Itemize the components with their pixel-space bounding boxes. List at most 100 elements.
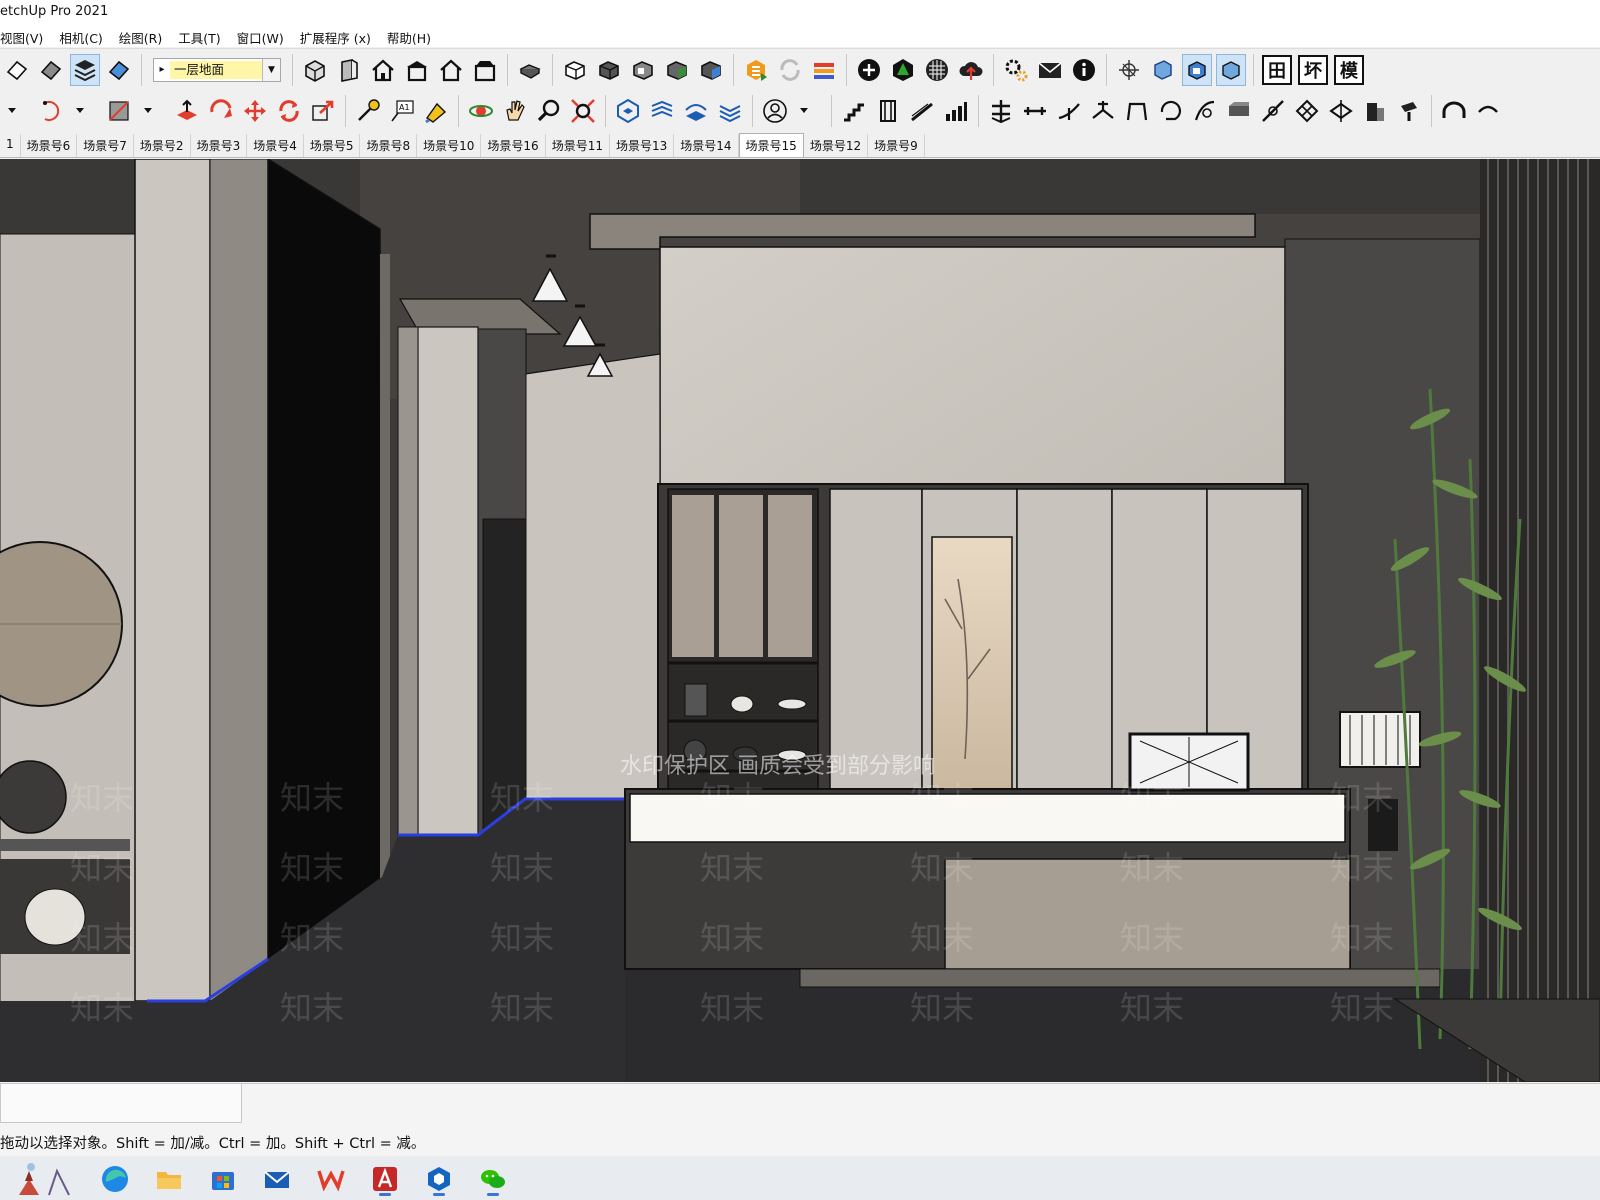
store-icon[interactable] bbox=[205, 1161, 241, 1197]
menu-tools[interactable]: 工具(T) bbox=[178, 25, 228, 47]
share-model-icon[interactable] bbox=[809, 54, 839, 86]
connect-lines-icon[interactable] bbox=[1054, 95, 1084, 127]
3d-warehouse-tree-icon[interactable] bbox=[888, 54, 918, 86]
scene-tab-10[interactable]: 场景号10 bbox=[417, 134, 482, 157]
dropdown-arrow-icon[interactable] bbox=[70, 95, 100, 127]
wireframe-icon[interactable] bbox=[560, 54, 590, 86]
stairs-icon[interactable] bbox=[839, 95, 869, 127]
sandbox-stamp-icon[interactable] bbox=[715, 95, 745, 127]
add-location-icon[interactable] bbox=[854, 54, 884, 86]
offset-face-icon[interactable] bbox=[1224, 95, 1254, 127]
scene-tab-3[interactable]: 场景号3 bbox=[191, 134, 248, 157]
paint-icon[interactable] bbox=[421, 95, 451, 127]
edge-browser-icon[interactable] bbox=[97, 1161, 133, 1197]
move-icon[interactable] bbox=[240, 95, 270, 127]
orbit-icon[interactable] bbox=[466, 95, 496, 127]
terrain-icon[interactable] bbox=[922, 54, 952, 86]
sandbox-smoove-icon[interactable] bbox=[681, 95, 711, 127]
refresh-icon[interactable] bbox=[775, 54, 805, 86]
front-view-icon[interactable] bbox=[368, 54, 398, 86]
layer-stack-icon[interactable] bbox=[70, 53, 100, 86]
rotate-icon[interactable] bbox=[274, 95, 304, 127]
warehouse-icon[interactable] bbox=[741, 54, 771, 86]
user-account-icon[interactable] bbox=[760, 95, 790, 127]
autocad-icon[interactable] bbox=[367, 1161, 403, 1197]
paint-roller-icon[interactable] bbox=[1394, 95, 1424, 127]
section-plane-icon[interactable] bbox=[1148, 54, 1178, 86]
bar-chart-icon[interactable] bbox=[941, 95, 971, 127]
scene-tab-15[interactable]: 场景号15 bbox=[738, 133, 804, 157]
align-tool-icon[interactable] bbox=[986, 95, 1016, 127]
tape-measure-icon[interactable] bbox=[353, 95, 383, 127]
plugin-huai-button[interactable]: 坏 bbox=[1298, 54, 1328, 85]
text-icon[interactable]: A1 bbox=[387, 95, 417, 127]
zoom-extents-icon[interactable] bbox=[568, 95, 598, 127]
mail-app-icon[interactable] bbox=[259, 1161, 295, 1197]
back-view-icon[interactable] bbox=[436, 54, 466, 86]
info-icon[interactable] bbox=[1069, 54, 1099, 86]
top-view-icon[interactable] bbox=[334, 54, 364, 86]
scene-tab-16[interactable]: 场景号16 bbox=[481, 134, 546, 157]
line-tool-icon[interactable] bbox=[1258, 95, 1288, 127]
arc-icon[interactable] bbox=[36, 95, 66, 127]
menu-window[interactable]: 窗口(W) bbox=[237, 25, 292, 47]
building-icon[interactable] bbox=[1360, 95, 1390, 127]
extension-settings-icon[interactable] bbox=[1001, 54, 1031, 86]
right-view-icon[interactable] bbox=[402, 54, 432, 86]
zoom-icon[interactable] bbox=[534, 95, 564, 127]
more-tools-icon[interactable] bbox=[1473, 95, 1503, 127]
scene-tab-4[interactable]: 场景号4 bbox=[247, 134, 304, 157]
push-pull-icon[interactable] bbox=[172, 95, 202, 127]
iso-view-icon[interactable] bbox=[300, 54, 330, 86]
scene-tab-8[interactable]: 场景号8 bbox=[360, 134, 418, 157]
mail-icon[interactable] bbox=[1035, 54, 1065, 86]
materials-icon[interactable] bbox=[104, 54, 134, 86]
rectangle-icon[interactable] bbox=[104, 95, 134, 127]
file-explorer-icon[interactable] bbox=[151, 1161, 187, 1197]
wechat-icon[interactable] bbox=[475, 1161, 511, 1197]
dropdown-arrow-icon[interactable] bbox=[138, 95, 168, 127]
dropdown-arrow-icon[interactable] bbox=[2, 95, 32, 127]
paint-bucket-icon[interactable] bbox=[36, 54, 66, 86]
menu-help[interactable]: 帮助(H) bbox=[387, 25, 439, 47]
scene-tab-12[interactable]: 场景号12 bbox=[804, 134, 869, 157]
cloud-upload-icon[interactable] bbox=[956, 54, 986, 86]
scene-tab-7[interactable]: 场景号7 bbox=[77, 134, 134, 157]
plugin-mo-button[interactable]: 模 bbox=[1334, 54, 1364, 85]
shaded-textures-icon[interactable] bbox=[662, 54, 692, 86]
plugin-tian-button[interactable]: 田 bbox=[1262, 54, 1292, 85]
flatten-icon[interactable] bbox=[1326, 95, 1356, 127]
menu-view[interactable]: 视图(V) bbox=[0, 25, 51, 47]
scene-tab-11[interactable]: 场景号11 bbox=[546, 134, 610, 157]
arch-icon[interactable] bbox=[1122, 95, 1152, 127]
eraser-icon[interactable] bbox=[2, 54, 32, 86]
bend-icon[interactable] bbox=[1190, 95, 1220, 127]
diamond-grid-icon[interactable] bbox=[1292, 95, 1322, 127]
follow-me-icon[interactable] bbox=[206, 95, 236, 127]
shaded-icon[interactable] bbox=[628, 54, 658, 86]
pan-hand-icon[interactable] bbox=[500, 95, 530, 127]
measurements-box[interactable] bbox=[0, 1083, 242, 1123]
scene-tab-14[interactable]: 场景号14 bbox=[674, 134, 739, 157]
xray-icon[interactable] bbox=[515, 54, 545, 86]
scene-tab-6[interactable]: 场景号6 bbox=[21, 134, 78, 157]
menu-draw[interactable]: 绘图(R) bbox=[119, 25, 170, 47]
column-icon[interactable] bbox=[873, 95, 903, 127]
slope-icon[interactable] bbox=[907, 95, 937, 127]
scenery-widget-icon[interactable] bbox=[9, 1161, 79, 1197]
wps-office-icon[interactable] bbox=[313, 1161, 349, 1197]
menu-extensions[interactable]: 扩展程序 (x) bbox=[300, 25, 379, 47]
scene-tab-1[interactable]: 1 bbox=[0, 134, 21, 157]
section-fill-icon[interactable] bbox=[1216, 53, 1246, 86]
section-cut-icon[interactable] bbox=[1182, 53, 1212, 86]
axes-icon[interactable] bbox=[1114, 54, 1144, 86]
arch-door-icon[interactable] bbox=[1439, 95, 1469, 127]
sketchup-icon[interactable] bbox=[421, 1161, 457, 1197]
scene-tab-2[interactable]: 场景号2 bbox=[134, 134, 191, 157]
scale-icon[interactable] bbox=[308, 95, 338, 127]
dropdown-arrow-icon[interactable] bbox=[794, 95, 824, 127]
monochrome-icon[interactable] bbox=[696, 54, 726, 86]
split-lines-icon[interactable] bbox=[1088, 95, 1118, 127]
sandbox-contours-icon[interactable] bbox=[613, 95, 643, 127]
menu-camera[interactable]: 相机(C) bbox=[59, 25, 110, 47]
